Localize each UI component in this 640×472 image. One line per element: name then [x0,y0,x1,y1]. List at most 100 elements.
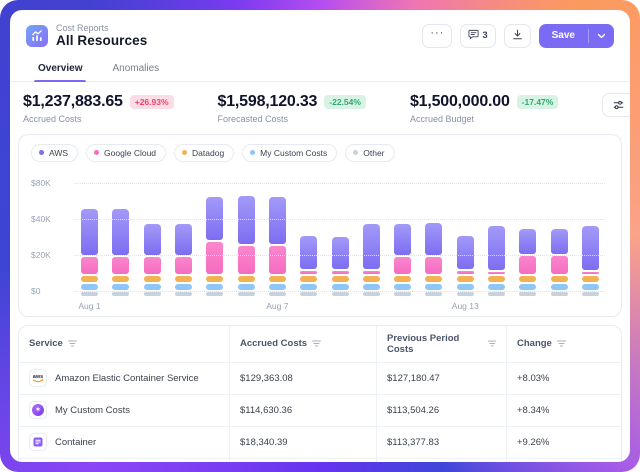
bar-segment-aws [551,229,568,254]
bar-segment-my-custom-costs [582,284,599,289]
stat-value: $1,237,883.65 [23,93,123,111]
bar-aug-3 [144,224,161,296]
x-axis-tick-label: Aug 7 [266,301,288,311]
more-button[interactable]: ··· [422,24,452,48]
x-axis-tick-label: Aug 1 [78,301,100,311]
column-header-label: Accrued Costs [240,338,307,349]
save-dropdown-button[interactable] [589,24,614,48]
cost-chart-panel: AWS Google Cloud Datadog My Custom Costs Oth… [18,134,622,317]
previous-period-cell: $113,377.83 [376,427,506,458]
gridline [75,183,605,184]
legend-item-google-cloud[interactable]: Google Cloud [86,144,166,162]
legend-label: AWS [49,148,68,158]
bar-segment-google-cloud [551,256,568,274]
stat-change-badge: -17.47% [517,95,559,109]
bar-segment-aws [582,226,599,270]
stat-accrued-costs: $1,237,883.65 +26.93% Accrued Costs [23,93,174,124]
previous-period-cell: $17,349.37 [376,459,506,462]
bar-segment-aws [332,237,349,269]
bar-segment-google-cloud [81,257,98,274]
table-row[interactable]: awsAmazon Elastic Container Service$129,… [19,362,621,394]
bar-segment-aws [425,223,442,255]
tab-anomalies[interactable]: Anomalies [110,59,161,81]
legend-dot [250,150,255,155]
bar-segment-datadog [425,276,442,282]
change-cell: +16.42% [506,459,621,462]
column-header-accrued-costs[interactable]: Accrued Costs [229,326,376,362]
bar-segment-aws [144,224,161,255]
bar-aug-4 [175,224,192,296]
column-header-service[interactable]: Service [19,326,229,362]
bar-segment-datadog [175,276,192,282]
comments-button[interactable]: 3 [460,24,495,48]
legend-item-aws[interactable]: AWS [31,144,78,162]
tab-overview[interactable]: Overview [36,59,84,81]
comments-count: 3 [482,30,487,41]
bar-segment-aws [269,197,286,244]
column-header-change[interactable]: Change [506,326,621,362]
column-header-previous-period-costs[interactable]: Previous Period Costs [376,326,506,362]
sort-icon [68,340,77,347]
bar-segment-datadog [332,276,349,282]
table-row[interactable]: ✶My Custom Costs$114,630.36$113,504.26+8… [19,394,621,426]
stat-label: Forecasted Costs [218,114,366,124]
gridline [75,291,605,292]
filter-label: Filter [629,99,630,110]
legend-dot [39,150,44,155]
service-cell: Cloud Data Fusion [19,459,229,462]
report-chart-icon [26,25,48,47]
bar-aug-6 [238,196,255,296]
custom-costs-icon: ✶ [29,401,47,419]
bar-aug-2 [112,209,129,296]
column-header-label: Previous Period Costs [387,333,483,355]
legend-item-my-custom-costs[interactable]: My Custom Costs [242,144,337,162]
save-split-button: Save [539,24,614,48]
stacked-bar-chart: Aug 1Aug 7Aug 13 $0$20K$40K$80K [31,172,609,312]
bar-segment-my-custom-costs [112,284,129,289]
svg-text:aws: aws [33,374,43,380]
page-title: All Resources [56,33,147,49]
bar-segment-datadog [582,276,599,282]
bar-segment-datadog [300,276,317,282]
chart-legend: AWS Google Cloud Datadog My Custom Costs Oth… [31,144,609,162]
legend-dot [353,150,358,155]
stat-change-badge: +26.93% [130,95,174,109]
bar-aug-5 [206,197,223,296]
legend-label: Datadog [192,148,224,158]
cost-report-card: Cost Reports All Resources ··· 3 [10,10,630,462]
save-button[interactable]: Save [539,24,588,48]
bar-segment-datadog [488,276,505,282]
bar-segment-google-cloud [425,257,442,274]
table-row[interactable]: Cloud Data Fusion$17,349.37$17,349.37+16… [19,458,621,462]
filter-button[interactable]: Filter [602,93,630,117]
legend-item-other[interactable]: Other [345,144,394,162]
bar-segment-google-cloud [457,271,474,274]
bar-segment-my-custom-costs [425,284,442,289]
bar-segment-my-custom-costs [206,284,223,289]
download-icon [512,29,523,43]
bar-segment-google-cloud [300,271,317,274]
y-axis-tick-label: $80K [31,178,67,188]
bar-segment-aws [300,236,317,269]
bar-aug-15 [519,229,536,295]
legend-label: My Custom Costs [260,148,327,158]
service-name: Amazon Elastic Container Service [55,373,199,384]
bar-segment-datadog [269,276,286,282]
bar-segment-datadog [457,276,474,282]
bar-aug-16 [551,229,568,295]
bar-segment-other [457,292,474,296]
bar-segment-datadog [394,276,411,282]
legend-item-datadog[interactable]: Datadog [174,144,234,162]
table-row[interactable]: Container$18,340.39$113,377.83+9.26% [19,426,621,458]
bar-segment-aws [112,209,129,255]
stat-forecasted-costs: $1,598,120.33 -22.54% Forecasted Costs [218,93,366,124]
accrued-costs-cell: $114,630.36 [229,395,376,426]
service-name: Container [55,437,96,448]
bar-segment-my-custom-costs [394,284,411,289]
bar-segment-my-custom-costs [81,284,98,289]
bar-segment-other [519,292,536,296]
download-button[interactable] [504,24,531,48]
change-cell: +8.34% [506,395,621,426]
legend-label: Google Cloud [104,148,156,158]
bar-segment-other [238,292,255,296]
